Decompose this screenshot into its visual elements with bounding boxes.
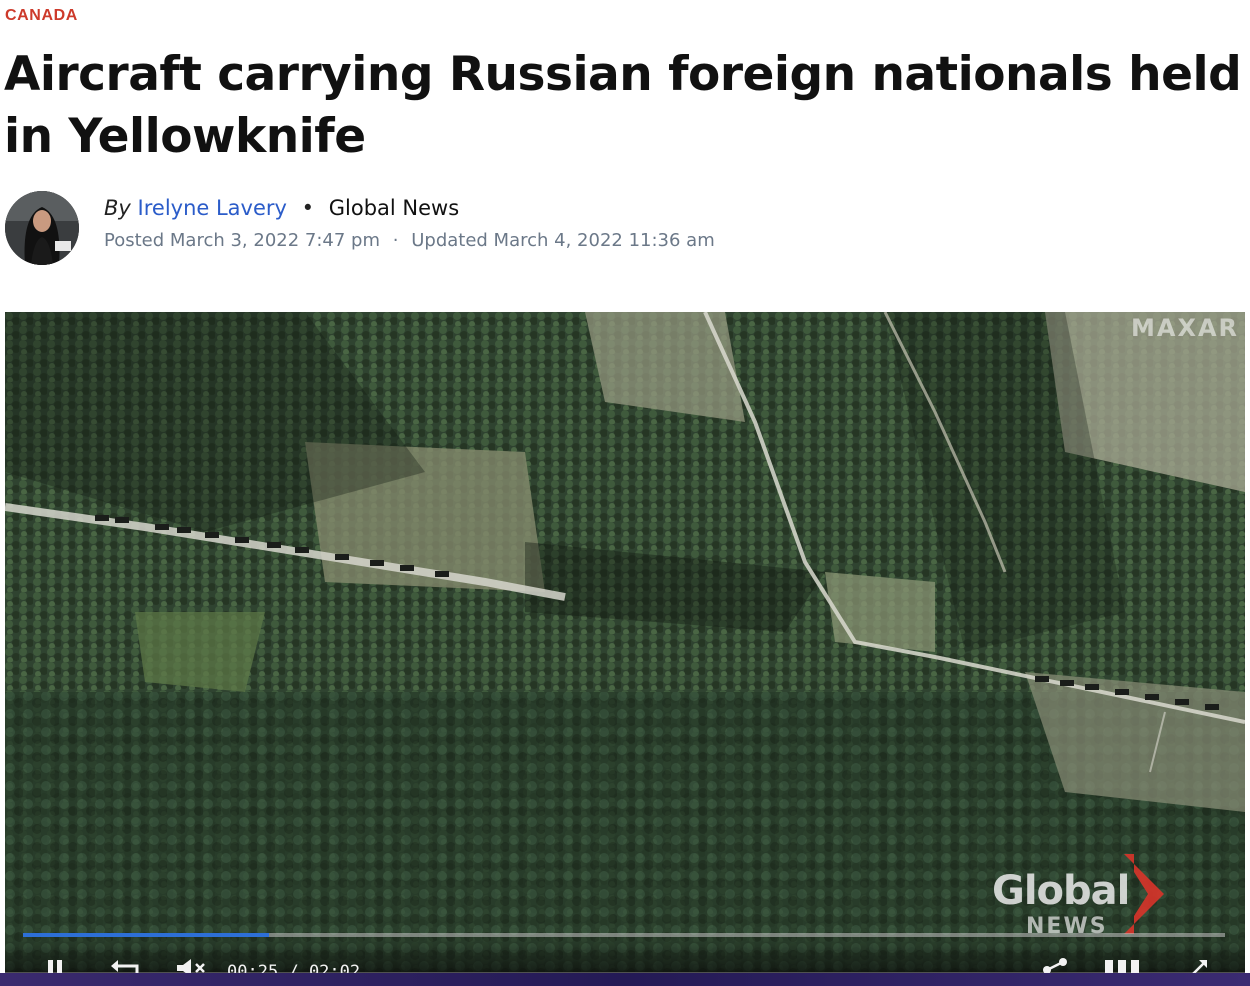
share-icon[interactable] — [1041, 958, 1069, 974]
category-label[interactable]: CANADA — [5, 7, 78, 25]
global-news-logo: Global NEWS — [992, 854, 1172, 939]
maxar-watermark: MAXAR — [1130, 314, 1239, 342]
video-controls: 00:25 / 02:02 — [5, 940, 1245, 974]
article-page: CANADA Aircraft carrying Russian foreign… — [0, 0, 1250, 986]
bottom-banner — [0, 973, 1250, 986]
byline-prefix: By — [104, 196, 131, 220]
byline-separator: • — [301, 196, 315, 220]
logo-word: Global — [992, 868, 1130, 914]
updated-date: Updated March 4, 2022 11:36 am — [411, 230, 715, 251]
logo-chevron-icon — [1124, 854, 1164, 934]
headline: Aircraft carrying Russian foreign nation… — [4, 47, 1242, 164]
outlet-name: Global News — [328, 196, 460, 220]
video-progress-bar[interactable] — [23, 933, 1225, 937]
byline: By Irelyne Lavery • Global News — [104, 196, 459, 220]
mute-icon[interactable] — [175, 958, 209, 974]
publish-dates: Posted March 3, 2022 7:47 pm · Updated M… — [104, 230, 715, 251]
author-avatar[interactable] — [5, 191, 79, 265]
chapters-icon[interactable] — [1103, 958, 1143, 974]
fullscreen-icon[interactable] — [1187, 958, 1211, 974]
pause-icon[interactable] — [45, 958, 65, 974]
posted-date: Posted March 3, 2022 7:47 pm — [104, 230, 381, 251]
author-link[interactable]: Irelyne Lavery — [138, 196, 287, 220]
replay-icon[interactable] — [109, 958, 141, 974]
date-separator: · — [392, 230, 399, 251]
avatar-image — [5, 191, 79, 265]
progress-fill — [23, 933, 270, 937]
